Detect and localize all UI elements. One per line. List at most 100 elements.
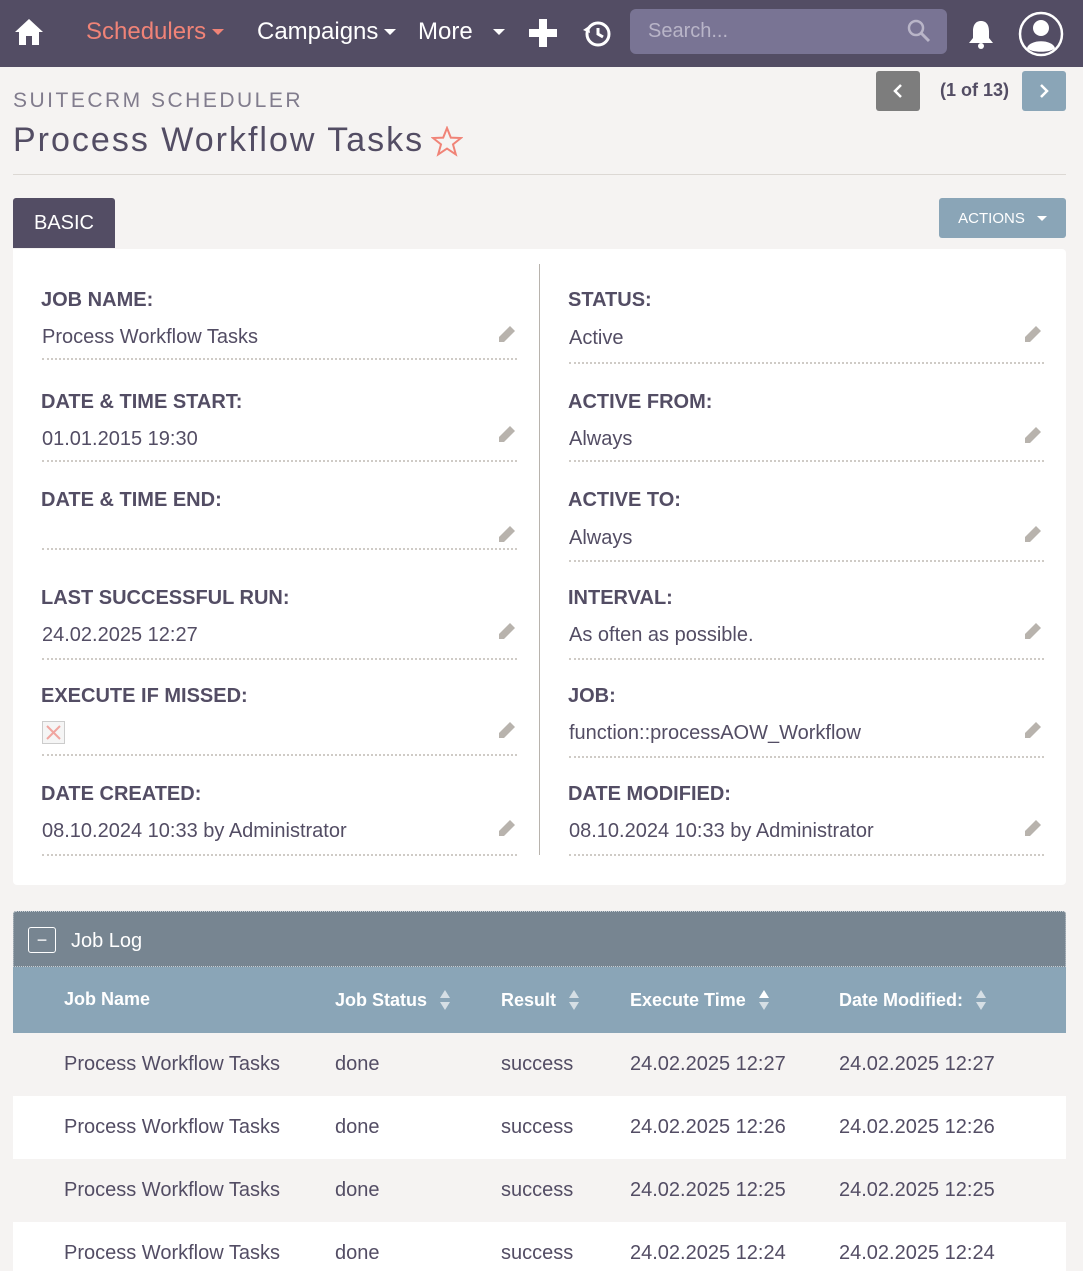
cell-result: success — [501, 1242, 574, 1264]
bell-icon — [969, 21, 993, 49]
search-icon[interactable] — [907, 19, 931, 43]
field-last-successful-run: LAST SUCCESSFUL RUN: 24.02.2025 12:27 — [41, 587, 517, 667]
job-log-table-header: Job Name Job Status Result Execute Time … — [13, 967, 1066, 1033]
notifications-button[interactable] — [966, 18, 996, 50]
menu-schedulers[interactable]: Schedulers — [86, 16, 225, 48]
menu-campaigns[interactable]: Campaigns — [257, 16, 397, 48]
home-button[interactable] — [14, 14, 46, 50]
cell-job-name[interactable]: Process Workflow Tasks — [64, 1116, 280, 1139]
menu-schedulers-label: Schedulers — [86, 18, 207, 45]
record-counter: (1 of 13) — [940, 80, 1010, 100]
previous-record-button[interactable] — [876, 71, 920, 111]
column-header-label: Job Status — [335, 989, 428, 1010]
field-value[interactable]: As often as possible. — [569, 624, 754, 647]
field-underline — [569, 460, 1044, 462]
pencil-icon[interactable] — [497, 524, 517, 544]
actions-label: ACTIONS — [958, 209, 1025, 227]
table-row[interactable]: Process Workflow Tasks done success 24.0… — [13, 1033, 1066, 1096]
pencil-icon[interactable] — [497, 621, 517, 641]
pencil-icon[interactable] — [1023, 720, 1043, 740]
page-title: Process Workflow Tasks — [13, 121, 425, 159]
cell-job-name[interactable]: Process Workflow Tasks — [64, 1242, 280, 1265]
pencil-icon[interactable] — [1023, 818, 1043, 838]
sort-icon — [976, 990, 986, 1010]
column-header-label: Result — [501, 989, 557, 1010]
execute-if-missed-checkbox[interactable] — [42, 721, 65, 744]
table-row[interactable]: Process Workflow Tasks done success 24.0… — [13, 1222, 1066, 1271]
field-job: JOB: function::processAOW_Workflow — [568, 685, 1044, 765]
field-value[interactable]: 24.02.2025 12:27 — [42, 624, 198, 647]
field-underline — [569, 658, 1044, 660]
history-icon — [583, 21, 611, 47]
plus-icon — [529, 19, 557, 47]
field-underline — [569, 560, 1044, 562]
field-value[interactable]: Active — [569, 327, 623, 350]
table-row[interactable]: Process Workflow Tasks done success 24.0… — [13, 1096, 1066, 1159]
field-value[interactable]: Process Workflow Tasks — [42, 326, 258, 349]
field-underline — [42, 854, 517, 856]
column-header-result[interactable]: Result — [501, 989, 580, 1011]
pencil-icon[interactable] — [1023, 524, 1043, 544]
user-menu-button[interactable] — [1018, 11, 1064, 57]
recently-viewed-button[interactable] — [582, 18, 612, 48]
pencil-icon[interactable] — [1023, 324, 1043, 344]
field-underline — [42, 460, 517, 462]
home-icon — [15, 19, 43, 45]
pencil-icon[interactable] — [497, 324, 517, 344]
pencil-icon[interactable] — [497, 720, 517, 740]
field-label: ACTIVE TO: — [568, 489, 681, 511]
pencil-icon[interactable] — [1023, 621, 1043, 641]
column-header-label: Job Name — [64, 989, 151, 1009]
cell-result: success — [501, 1179, 574, 1201]
sort-icon — [569, 990, 580, 1010]
menu-more-label: More — [418, 18, 473, 45]
column-header-date-modified[interactable]: Date Modified: — [839, 989, 987, 1011]
search-input[interactable] — [630, 9, 947, 54]
field-value: 08.10.2024 10:33 by Administrator — [42, 820, 347, 842]
pencil-icon[interactable] — [497, 818, 517, 838]
top-navbar: Schedulers Campaigns More — [0, 0, 1083, 67]
field-value[interactable]: Always — [569, 527, 632, 550]
table-row[interactable]: Process Workflow Tasks done success 24.0… — [13, 1159, 1066, 1222]
cell-job-name[interactable]: Process Workflow Tasks — [64, 1179, 280, 1202]
sort-icon — [440, 990, 451, 1010]
field-label: INTERVAL: — [568, 587, 673, 609]
job-log-header[interactable]: − Job Log — [13, 911, 1066, 967]
field-label: DATE MODIFIED: — [568, 783, 731, 805]
menu-more[interactable]: More — [418, 16, 505, 48]
pencil-icon[interactable] — [497, 424, 517, 444]
field-underline — [569, 756, 1044, 758]
cell-job-name[interactable]: Process Workflow Tasks — [64, 1053, 280, 1076]
field-label: JOB: — [568, 685, 616, 707]
field-value[interactable]: function::processAOW_Workflow — [569, 722, 861, 745]
field-label: DATE CREATED: — [41, 783, 202, 805]
chevron-down-icon — [1036, 215, 1047, 221]
create-button[interactable] — [528, 18, 558, 48]
favorite-star-icon[interactable] — [431, 126, 463, 158]
column-header-execute-time[interactable]: Execute Time — [630, 989, 770, 1011]
field-execute-if-missed: EXECUTE IF MISSED: — [41, 685, 517, 765]
pencil-icon[interactable] — [1023, 425, 1043, 445]
search-box — [630, 9, 947, 54]
collapse-button[interactable]: − — [28, 927, 56, 953]
field-value[interactable]: 01.01.2015 19:30 — [42, 428, 198, 451]
cell-date-modified: 24.02.2025 12:24 — [839, 1242, 995, 1264]
job-log-title: Job Log — [71, 930, 143, 952]
field-value[interactable]: Always — [569, 428, 632, 451]
tab-basic[interactable]: BASIC — [13, 198, 115, 248]
field-underline — [42, 658, 517, 660]
cell-job-status: done — [335, 1116, 380, 1138]
field-interval: INTERVAL: As often as possible. — [568, 587, 1044, 667]
field-underline — [569, 854, 1044, 856]
column-header-job-name[interactable]: Job Name — [64, 989, 150, 1010]
cell-date-modified: 24.02.2025 12:26 — [839, 1116, 995, 1138]
column-header-job-status[interactable]: Job Status — [335, 989, 451, 1011]
field-underline — [42, 358, 517, 360]
cell-execute-time: 24.02.2025 12:26 — [630, 1116, 786, 1138]
field-date-time-end: DATE & TIME END: — [41, 489, 517, 569]
actions-dropdown-button[interactable]: ACTIONS — [939, 198, 1066, 238]
field-active-from: ACTIVE FROM: Always — [568, 391, 1044, 471]
user-avatar-icon — [1018, 11, 1064, 57]
next-record-button[interactable] — [1022, 71, 1066, 111]
unchecked-x-icon — [46, 725, 61, 740]
